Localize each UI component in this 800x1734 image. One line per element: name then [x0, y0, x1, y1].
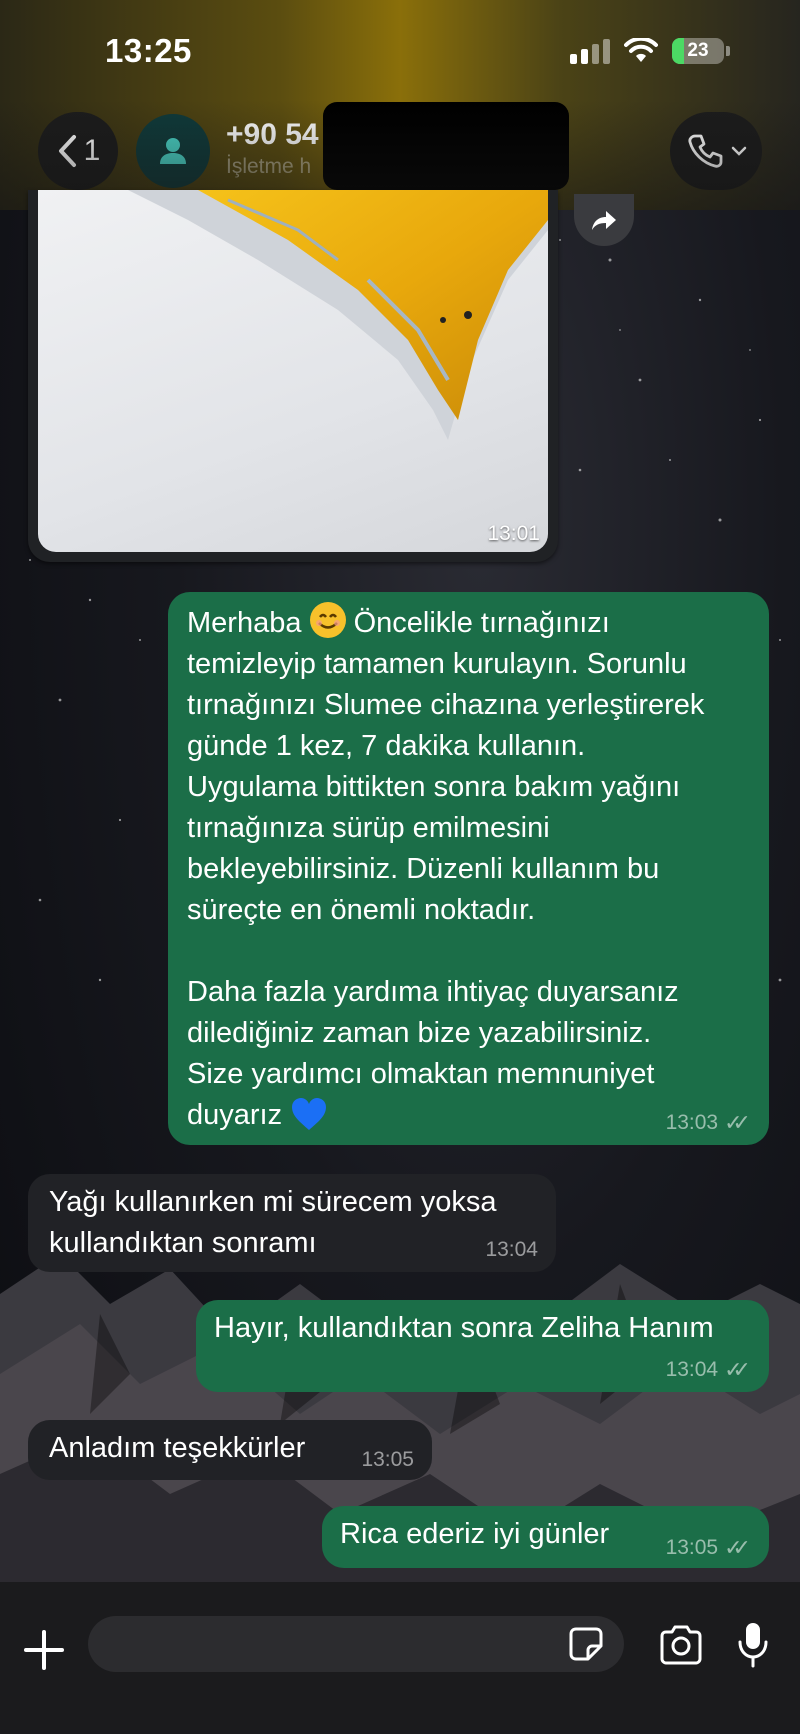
wifi-icon: [624, 38, 658, 62]
message-meta: 13:05: [361, 1448, 414, 1472]
person-icon: [160, 138, 186, 164]
message-time: 13:03: [665, 1111, 719, 1134]
incoming-message[interactable]: Anladım teşekkürler 13:05: [28, 1420, 432, 1480]
read-receipt-icon: ✓✓: [724, 1535, 751, 1560]
message-time: 13:05: [665, 1536, 719, 1559]
contact-name[interactable]: +90 54: [226, 118, 319, 152]
incoming-message[interactable]: Yağı kullanırken mi sürecem yoksa kullan…: [28, 1174, 556, 1272]
battery-icon: 23: [672, 38, 724, 64]
message-meta: 13:04 ✓✓: [666, 1358, 751, 1382]
message-text: Hayır, kullandıktan sonra Zeliha Hanım: [214, 1312, 714, 1344]
outgoing-message[interactable]: Hayır, kullandıktan sonra Zeliha Hanım 1…: [196, 1300, 769, 1392]
outgoing-message[interactable]: Merhaba Öncelikle tırnağınızı temizleyip…: [168, 592, 769, 1145]
avatar[interactable]: [136, 114, 210, 188]
back-button[interactable]: 1: [38, 112, 118, 190]
microphone-icon[interactable]: [736, 1620, 770, 1670]
chat-header: 13:25 23 1 +90 54 İşletme h: [0, 0, 800, 210]
composer-bar: [0, 1582, 800, 1734]
message-time: 13:04: [485, 1238, 538, 1261]
blue-heart-emoji-icon: [292, 1098, 327, 1130]
message-meta: 13:03 ✓✓: [666, 1111, 751, 1135]
smiling-face-emoji-icon: [309, 602, 346, 638]
plus-icon[interactable]: [22, 1628, 66, 1672]
message-photo[interactable]: [38, 190, 548, 552]
package-photo: [128, 190, 548, 440]
message-text: Anladım teşekkürler: [49, 1432, 306, 1464]
sticker-icon[interactable]: [568, 1626, 604, 1662]
camera-icon[interactable]: [658, 1624, 704, 1666]
outgoing-message[interactable]: Rica ederiz iyi günler 13:05 ✓✓: [322, 1506, 769, 1568]
message-time: 13:05: [361, 1448, 414, 1471]
message-input-container[interactable]: [88, 1616, 624, 1674]
image-message[interactable]: 13:01: [28, 190, 558, 562]
redaction-box: [323, 102, 569, 190]
read-receipt-icon: ✓✓: [724, 1357, 751, 1382]
message-input[interactable]: [110, 1616, 544, 1674]
forward-icon: [592, 211, 616, 230]
unread-count: 1: [83, 134, 101, 167]
cellular-signal-icon: [570, 38, 610, 64]
message-text: Merhaba Öncelikle tırnağınızı temizleyip…: [187, 602, 749, 1136]
message-meta: 13:05 ✓✓: [666, 1536, 751, 1560]
message-text: Yağı kullanırken mi sürecem yoksa kullan…: [49, 1186, 497, 1259]
message-meta: 13:04: [485, 1238, 538, 1262]
phone-icon: [688, 134, 723, 168]
chevron-down-icon: [731, 146, 747, 156]
battery-level: 23: [687, 40, 709, 61]
message-time: 13:04: [665, 1358, 719, 1381]
chevron-left-icon: [58, 135, 76, 167]
status-icons: 23: [570, 38, 730, 64]
message-time: 13:01: [487, 522, 540, 545]
call-button[interactable]: [670, 112, 762, 190]
read-receipt-icon: ✓✓: [724, 1110, 751, 1135]
contact-subtitle: İşletme h: [226, 155, 312, 178]
status-time: 13:25: [105, 32, 192, 69]
